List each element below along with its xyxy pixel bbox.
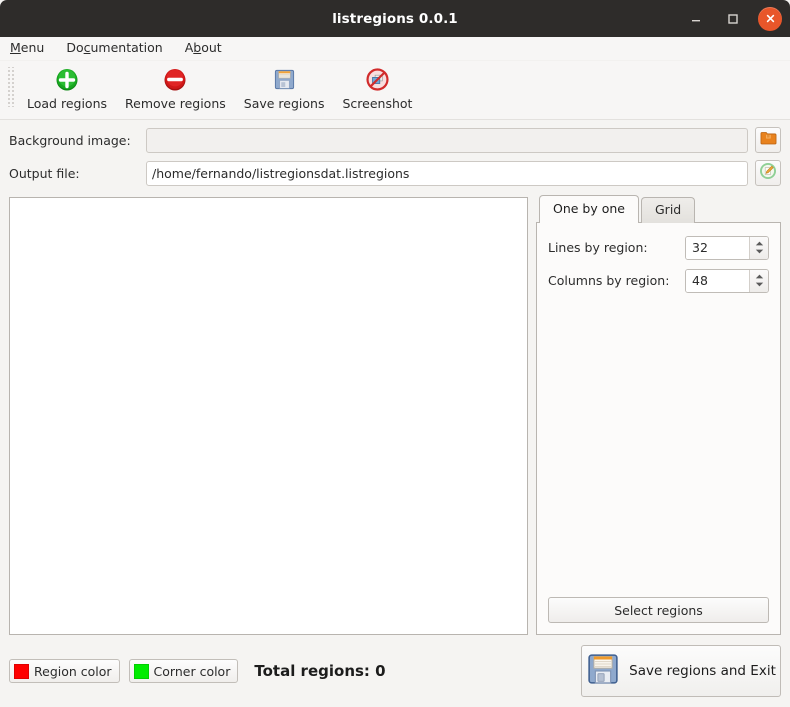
window-title: listregions 0.0.1 bbox=[332, 10, 458, 27]
tab-panel-one-by-one: Lines by region: Columns by region: bbox=[536, 222, 781, 635]
chevron-up-icon bbox=[755, 274, 763, 279]
screenshot-button[interactable]: Screenshot bbox=[333, 61, 421, 113]
remove-regions-label: Remove regions bbox=[125, 96, 226, 111]
remove-regions-button[interactable]: Remove regions bbox=[116, 61, 235, 113]
columns-by-region-label: Columns by region: bbox=[548, 273, 670, 288]
application-window: listregions 0.0.1 Menu Documentation Abo… bbox=[0, 0, 790, 707]
folder-icon bbox=[760, 130, 777, 150]
close-button[interactable] bbox=[758, 6, 782, 31]
output-file-row: Output file: bbox=[9, 160, 781, 186]
floppy-disk-icon bbox=[273, 66, 296, 93]
screenshot-label: Screenshot bbox=[342, 96, 413, 111]
region-canvas[interactable] bbox=[9, 197, 528, 635]
minimize-icon bbox=[692, 19, 700, 21]
chevron-down-icon bbox=[755, 282, 763, 287]
lines-by-region-arrows[interactable] bbox=[749, 236, 768, 259]
edit-file-icon bbox=[759, 162, 777, 184]
columns-by-region-stepper[interactable] bbox=[685, 268, 769, 293]
file-fields: Background image: Output file: bbox=[0, 120, 790, 197]
load-regions-button[interactable]: Load regions bbox=[18, 61, 116, 113]
plus-circle-icon bbox=[55, 66, 79, 93]
background-image-label: Background image: bbox=[9, 132, 131, 148]
menu-item-menu[interactable]: Menu bbox=[10, 42, 44, 55]
menu-item-documentation[interactable]: Documentation bbox=[66, 42, 162, 55]
corner-color-button[interactable]: Corner color bbox=[128, 659, 239, 683]
region-color-swatch bbox=[14, 663, 29, 679]
save-regions-button[interactable]: Save regions bbox=[235, 61, 334, 113]
chevron-down-icon bbox=[755, 249, 763, 254]
tab-strip: One by one Grid bbox=[536, 195, 781, 223]
panel-spacer bbox=[548, 301, 769, 597]
menu-item-about[interactable]: About bbox=[185, 42, 222, 55]
tab-one-by-one[interactable]: One by one bbox=[539, 195, 639, 223]
chevron-up-icon bbox=[755, 241, 763, 246]
browse-output-file-button[interactable] bbox=[755, 160, 781, 186]
region-color-button[interactable]: Region color bbox=[9, 659, 120, 683]
total-regions-label: Total regions: 0 bbox=[254, 662, 386, 680]
menu-bar: Menu Documentation About bbox=[0, 37, 790, 61]
load-regions-label: Load regions bbox=[27, 96, 108, 111]
lines-by-region-label: Lines by region: bbox=[548, 240, 648, 255]
browse-background-image-button[interactable] bbox=[755, 127, 781, 153]
close-icon bbox=[766, 14, 774, 23]
select-regions-button[interactable]: Select regions bbox=[548, 597, 769, 623]
tab-grid[interactable]: Grid bbox=[641, 197, 696, 223]
toolbar: Load regions Remove regions Save regions… bbox=[0, 61, 790, 120]
main-body: One by one Grid Lines by region: Colu bbox=[0, 195, 790, 635]
output-file-label: Output file: bbox=[9, 165, 80, 181]
save-regions-label: Save regions bbox=[243, 96, 325, 111]
columns-by-region-row: Columns by region: bbox=[548, 268, 769, 293]
screenshot-forbidden-icon bbox=[366, 66, 389, 93]
columns-by-region-input[interactable] bbox=[686, 269, 749, 292]
save-regions-and-exit-button[interactable]: Save regions and Exit bbox=[581, 645, 781, 697]
right-panel: One by one Grid Lines by region: Colu bbox=[536, 195, 781, 635]
minus-circle-icon bbox=[163, 66, 187, 93]
corner-color-swatch bbox=[133, 663, 149, 679]
maximize-button[interactable] bbox=[721, 7, 745, 31]
maximize-icon bbox=[728, 13, 738, 24]
minimize-button[interactable] bbox=[684, 7, 708, 31]
window-controls bbox=[684, 6, 782, 31]
floppy-disk-icon bbox=[586, 652, 620, 690]
lines-by-region-stepper[interactable] bbox=[685, 235, 769, 260]
lines-by-region-row: Lines by region: bbox=[548, 235, 769, 260]
background-image-row: Background image: bbox=[9, 127, 781, 153]
lines-by-region-input[interactable] bbox=[686, 236, 749, 259]
region-color-label: Region color bbox=[34, 663, 112, 679]
title-bar: listregions 0.0.1 bbox=[0, 0, 790, 37]
status-bar: Region color Corner color Total regions:… bbox=[0, 635, 790, 707]
columns-by-region-arrows[interactable] bbox=[749, 269, 768, 292]
save-regions-and-exit-label: Save regions and Exit bbox=[629, 663, 776, 679]
background-image-input[interactable] bbox=[146, 127, 748, 153]
corner-color-label: Corner color bbox=[153, 663, 231, 679]
toolbar-drag-handle[interactable] bbox=[6, 67, 16, 107]
output-file-input[interactable] bbox=[146, 160, 748, 186]
